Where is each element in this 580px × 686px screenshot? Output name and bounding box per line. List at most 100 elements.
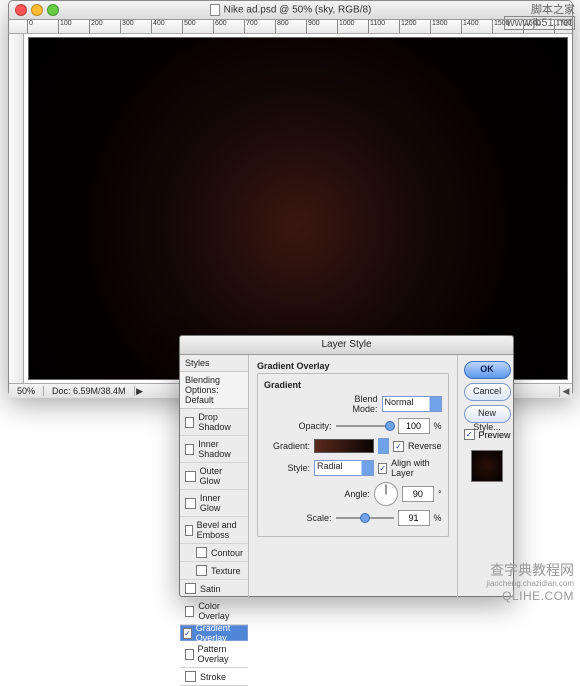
checkbox-icon[interactable] bbox=[185, 606, 194, 617]
blend-mode-label: Blend Mode: bbox=[332, 394, 378, 414]
style-label: Gradient Overlay bbox=[196, 623, 245, 643]
style-label: Drop Shadow bbox=[198, 412, 243, 432]
new-style-button[interactable]: New Style... bbox=[464, 405, 511, 423]
style-label: Bevel and Emboss bbox=[197, 520, 243, 540]
ruler-tick: 1100 bbox=[368, 20, 385, 33]
ruler-vertical[interactable] bbox=[9, 34, 24, 383]
style-stroke[interactable]: Stroke bbox=[180, 668, 248, 686]
status-menu-arrow-icon[interactable]: ▶ bbox=[135, 386, 145, 397]
ruler-tick: 1000 bbox=[337, 20, 355, 33]
angle-dial[interactable] bbox=[374, 482, 398, 506]
checkbox-icon[interactable] bbox=[185, 444, 194, 455]
cancel-button[interactable]: Cancel bbox=[464, 383, 511, 401]
canvas[interactable] bbox=[28, 37, 568, 380]
opacity-input[interactable] bbox=[398, 418, 430, 434]
style-label: Outer Glow bbox=[200, 466, 243, 486]
watermark-top: 脚本之家 www.jb51.net bbox=[504, 4, 575, 30]
ok-button[interactable]: OK bbox=[464, 361, 511, 379]
reverse-label: Reverse bbox=[408, 441, 442, 451]
style-label: Inner Shadow bbox=[198, 439, 243, 459]
ruler-tick: 500 bbox=[182, 20, 196, 33]
angle-input[interactable] bbox=[402, 486, 434, 502]
scale-label: Scale: bbox=[286, 513, 332, 523]
gradient-dropdown-icon[interactable] bbox=[378, 438, 389, 454]
style-label: Satin bbox=[200, 584, 221, 594]
checkbox-icon[interactable] bbox=[185, 498, 196, 509]
dialog-buttons: OK Cancel New Style... Preview bbox=[458, 355, 517, 597]
style-inner-shadow[interactable]: Inner Shadow bbox=[180, 436, 248, 463]
style-contour[interactable]: Contour bbox=[180, 544, 248, 562]
options-panel: Gradient Overlay Gradient Blend Mode: No… bbox=[249, 355, 458, 597]
layer-style-dialog: Layer Style Styles Blending Options: Def… bbox=[179, 335, 514, 597]
watermark-text: 脚本之家 bbox=[504, 4, 575, 16]
ruler-tick: 200 bbox=[89, 20, 103, 33]
styles-header[interactable]: Styles bbox=[180, 355, 248, 372]
group-sub: Gradient bbox=[264, 380, 442, 390]
style-outer-glow[interactable]: Outer Glow bbox=[180, 463, 248, 490]
scale-slider[interactable] bbox=[336, 513, 394, 523]
watermark-text: www.jb51.net bbox=[504, 16, 575, 30]
window-titlebar[interactable]: Nike ad.psd @ 50% (sky, RGB/8) bbox=[9, 1, 572, 20]
scale-input[interactable] bbox=[398, 510, 430, 526]
ruler-tick: 400 bbox=[151, 20, 165, 33]
style-label: Stroke bbox=[200, 672, 226, 682]
style-texture[interactable]: Texture bbox=[180, 562, 248, 580]
preview-checkbox[interactable] bbox=[464, 429, 475, 440]
checkbox-checked-icon[interactable] bbox=[183, 628, 192, 639]
style-label: Style: bbox=[264, 463, 310, 473]
styles-list: Styles Blending Options: Default Drop Sh… bbox=[180, 355, 249, 597]
checkbox-icon[interactable] bbox=[185, 417, 194, 428]
ruler-tick: 600 bbox=[213, 20, 227, 33]
preview-swatch bbox=[471, 450, 503, 482]
degree-label: ° bbox=[438, 489, 442, 499]
percent-label: % bbox=[434, 513, 442, 523]
ruler-tick: 1200 bbox=[399, 20, 417, 33]
reverse-checkbox[interactable] bbox=[393, 441, 404, 452]
watermark-text: QLIHE.COM bbox=[486, 589, 574, 603]
style-select[interactable]: Radial bbox=[314, 460, 374, 476]
style-label: Contour bbox=[211, 548, 243, 558]
percent-label: % bbox=[434, 421, 442, 431]
style-drop-shadow[interactable]: Drop Shadow bbox=[180, 409, 248, 436]
style-label: Pattern Overlay bbox=[198, 644, 243, 664]
canvas-area[interactable] bbox=[24, 34, 572, 383]
ruler-tick: 900 bbox=[306, 20, 320, 33]
style-color-overlay[interactable]: Color Overlay bbox=[180, 598, 248, 625]
watermark-bottom: 查字典教程网 jiaocheng.chazidian.com QLIHE.COM bbox=[486, 562, 574, 603]
blend-mode-select[interactable]: Normal bbox=[382, 396, 442, 412]
gradient-swatch[interactable] bbox=[314, 439, 374, 453]
status-zoom[interactable]: 50% bbox=[9, 386, 44, 396]
checkbox-icon[interactable] bbox=[185, 525, 193, 536]
dialog-title[interactable]: Layer Style bbox=[180, 336, 513, 355]
checkbox-icon[interactable] bbox=[196, 547, 207, 558]
gradient-label: Gradient: bbox=[264, 441, 310, 451]
checkbox-icon[interactable] bbox=[196, 565, 207, 576]
ruler-tick: 1300 bbox=[430, 20, 448, 33]
angle-label: Angle: bbox=[324, 489, 370, 499]
checkbox-icon[interactable] bbox=[185, 471, 196, 482]
opacity-slider[interactable] bbox=[336, 421, 394, 431]
style-satin[interactable]: Satin bbox=[180, 580, 248, 598]
ruler-tick: 100 bbox=[58, 20, 72, 33]
window-title: Nike ad.psd @ 50% (sky, RGB/8) bbox=[9, 4, 572, 16]
status-docsize[interactable]: Doc: 6.59M/38.4M bbox=[44, 386, 135, 396]
scrollbar-horizontal[interactable]: ◀ bbox=[559, 386, 572, 397]
checkbox-icon[interactable] bbox=[185, 671, 196, 682]
watermark-text: jiaocheng.chazidian.com bbox=[486, 579, 574, 589]
preview-label: Preview bbox=[479, 430, 511, 440]
ruler-horizontal[interactable]: 0 100 200 300 400 500 600 700 800 900 10… bbox=[9, 20, 572, 34]
checkbox-icon[interactable] bbox=[185, 583, 196, 594]
style-inner-glow[interactable]: Inner Glow bbox=[180, 490, 248, 517]
ruler-tick: 0 bbox=[27, 20, 33, 33]
style-label: Texture bbox=[211, 566, 241, 576]
style-bevel-emboss[interactable]: Bevel and Emboss bbox=[180, 517, 248, 544]
align-checkbox[interactable] bbox=[378, 463, 387, 474]
ruler-tick: 1400 bbox=[461, 20, 479, 33]
style-gradient-overlay[interactable]: Gradient Overlay bbox=[180, 625, 248, 641]
gradient-groupbox: Gradient Blend Mode: Normal Opacity: % G… bbox=[257, 373, 449, 537]
style-pattern-overlay[interactable]: Pattern Overlay bbox=[180, 641, 248, 668]
checkbox-icon[interactable] bbox=[185, 649, 194, 660]
align-label: Align with Layer bbox=[391, 458, 441, 478]
ruler-tick: 800 bbox=[275, 20, 289, 33]
blending-options[interactable]: Blending Options: Default bbox=[180, 372, 248, 409]
